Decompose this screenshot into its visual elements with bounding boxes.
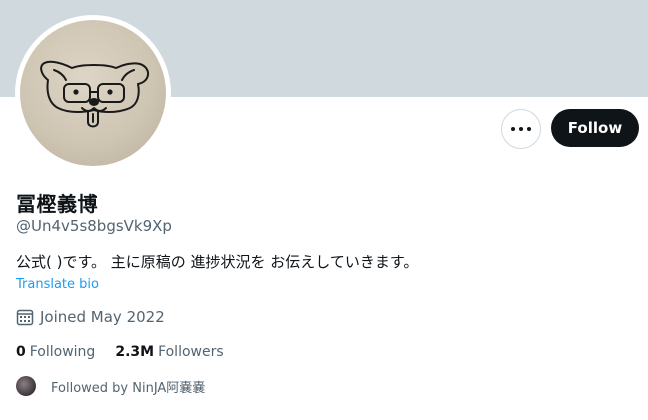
following-label: Following <box>29 344 96 360</box>
following-link[interactable]: 0 Following <box>16 344 95 360</box>
profile-bio: 公式( )です。 主に原稿の 進捗状況を お伝えしていきます。 <box>16 253 419 271</box>
follow-button[interactable]: Follow <box>551 109 639 147</box>
follower-avatar <box>16 376 36 396</box>
followers-link[interactable]: 2.3M Followers <box>115 344 223 360</box>
more-options-button[interactable] <box>501 109 541 149</box>
joined-date: Joined May 2022 <box>16 308 165 326</box>
following-count: 0 <box>16 344 26 360</box>
user-handle: @Un4v5s8bgsVk9Xp <box>16 217 172 235</box>
more-dot <box>519 127 523 131</box>
more-dot <box>527 127 531 131</box>
followers-count: 2.3M <box>115 344 155 360</box>
dog-sketch-icon <box>40 60 149 128</box>
display-name: 冨樫義博 <box>16 192 98 216</box>
followed-by-link[interactable]: Followed by NinJA阿嚢嚢 <box>16 376 205 396</box>
followed-by-text: Followed by NinJA阿嚢嚢 <box>51 380 206 396</box>
followers-label: Followers <box>158 344 224 360</box>
translate-bio-link[interactable]: Translate bio <box>16 277 99 292</box>
profile-avatar[interactable] <box>20 20 166 166</box>
calendar-icon <box>16 309 34 326</box>
profile-stats: 0 Following 2.3M Followers <box>16 344 244 360</box>
more-horizontal-icon <box>511 127 515 131</box>
joined-text: Joined May 2022 <box>40 308 165 326</box>
